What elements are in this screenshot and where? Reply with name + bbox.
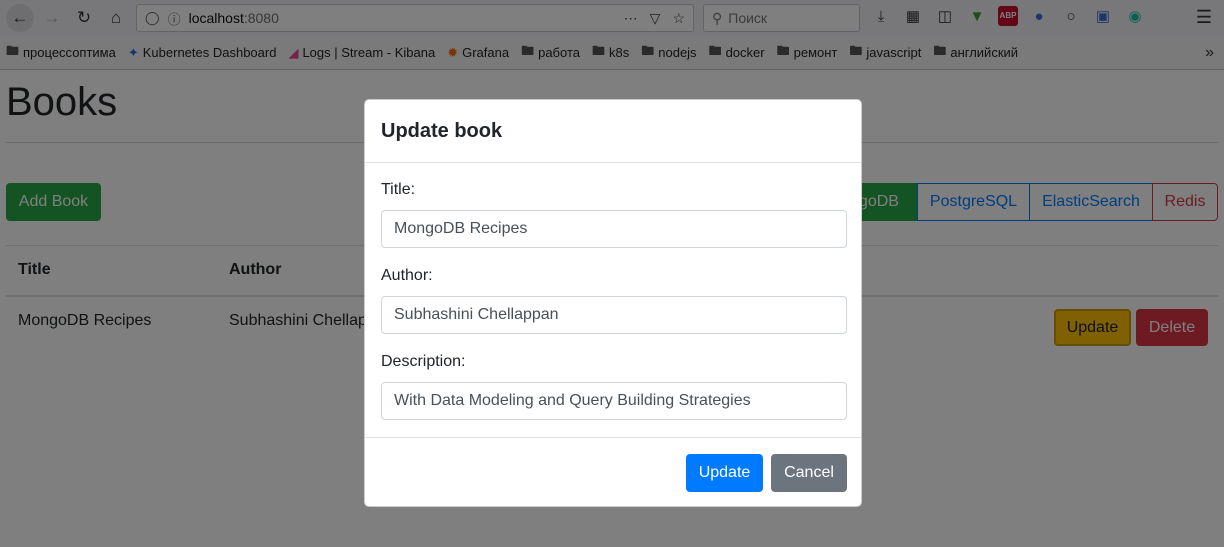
modal-footer [365,437,861,438]
title-input[interactable] [381,210,847,248]
update-book-modal: Update book Title: Author: Description: … [364,99,862,507]
description-input[interactable] [381,382,847,420]
modal-header: Update book [365,100,861,163]
modal-title: Update book [381,119,503,142]
title-label: Title: [381,181,416,198]
author-input[interactable] [381,296,847,334]
author-label: Author: [381,267,433,284]
modal-update-button[interactable]: Update [686,454,763,492]
description-label: Description: [381,353,466,370]
modal-cancel-button[interactable]: Cancel [771,454,847,492]
